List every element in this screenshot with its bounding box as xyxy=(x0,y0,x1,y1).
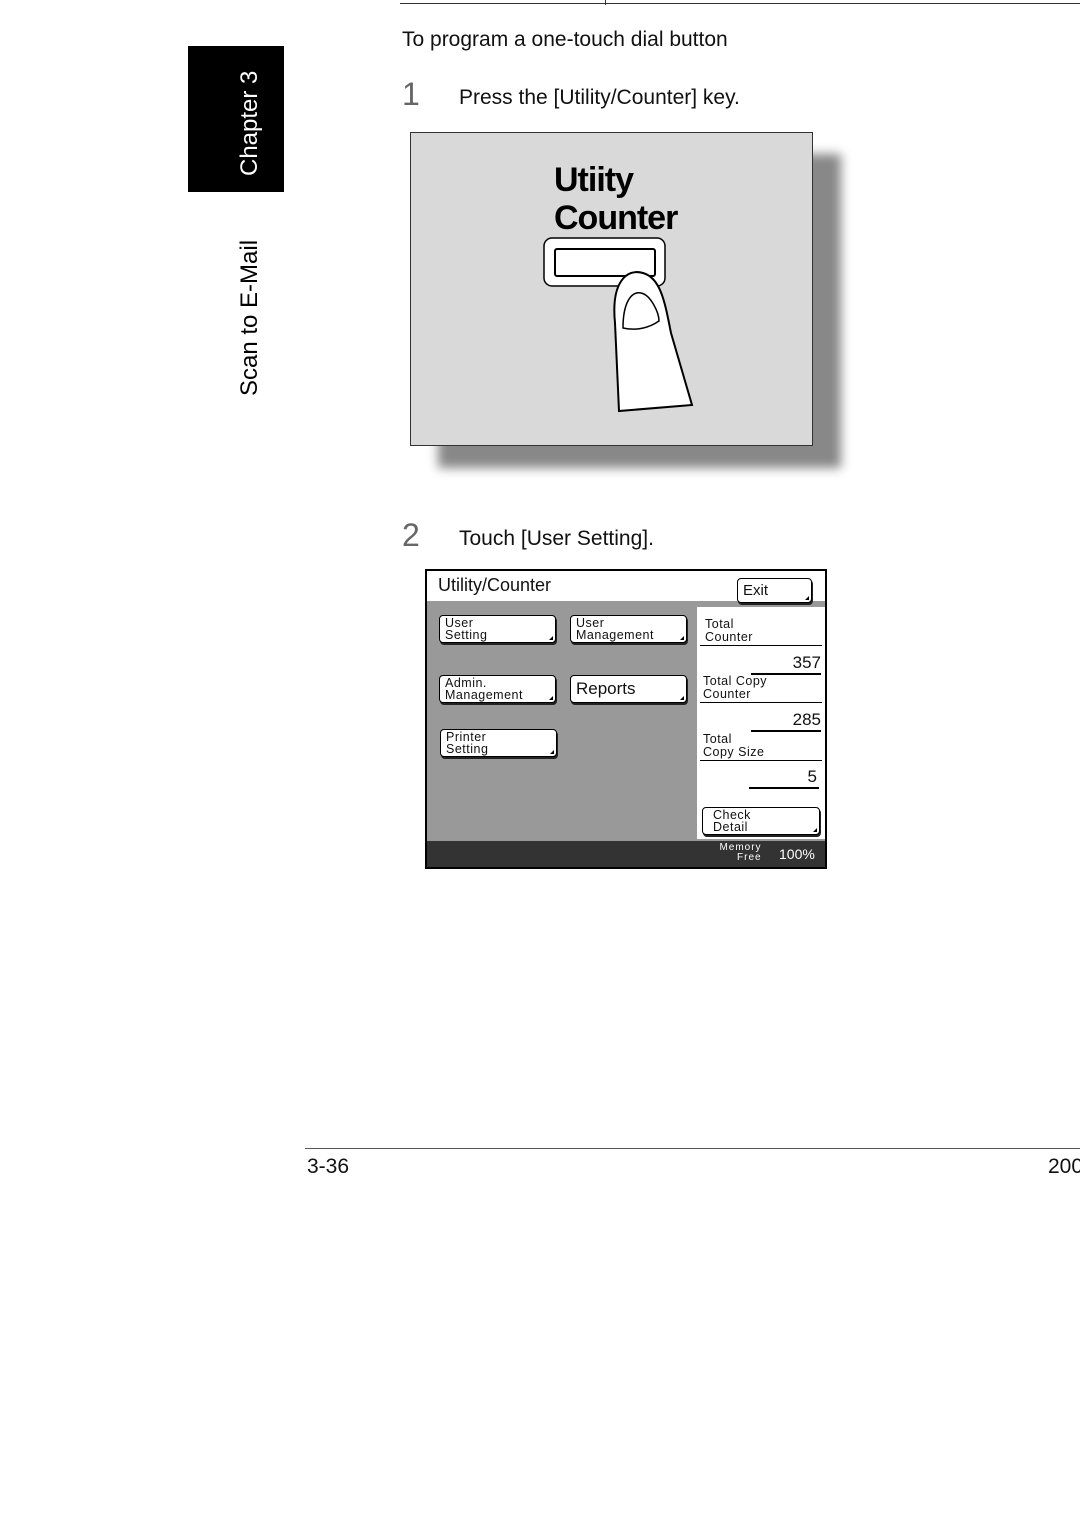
page-number: 3-36 xyxy=(307,1155,350,1178)
header-tick xyxy=(605,0,606,5)
counter-label: Total Counter xyxy=(705,617,753,644)
button-label: Setting xyxy=(445,628,488,642)
button-label: Management xyxy=(576,628,654,642)
button-label: Detail xyxy=(713,820,748,834)
admin-management-button[interactable]: Admin. Management xyxy=(439,675,556,703)
exit-button[interactable]: Exit xyxy=(737,578,812,603)
counter-label: Total Copy Counter xyxy=(703,674,768,701)
divider xyxy=(700,645,822,646)
reports-button[interactable]: Reports xyxy=(570,675,687,703)
button-label: Management xyxy=(445,688,523,702)
counter-panel: Total Counter 357 Total Copy Counter 285 T… xyxy=(697,607,825,839)
button-label: Setting xyxy=(446,742,489,756)
procedure-heading: To program a one-touch dial button xyxy=(402,28,728,51)
divider xyxy=(751,730,821,732)
step-text: Touch [User Setting]. xyxy=(459,527,654,550)
divider xyxy=(749,787,819,789)
chapter-label: Chapter 3 xyxy=(236,70,263,176)
step-number: 2 xyxy=(402,517,420,553)
screen-title: Utility/Counter xyxy=(438,575,552,595)
step-text: Press the [Utility/Counter] key. xyxy=(459,86,740,109)
counter-value: 5 xyxy=(807,767,817,786)
divider xyxy=(700,702,822,703)
counter-value: 285 xyxy=(792,710,821,729)
utility-counter-key-illustration: Utiity Counter xyxy=(410,132,813,446)
step-number: 1 xyxy=(402,76,420,112)
user-setting-button[interactable]: User Setting xyxy=(439,615,556,643)
counter-label: Total Copy Size xyxy=(703,732,765,759)
status-bar: Memory Free 100% xyxy=(427,841,825,867)
footer-rule xyxy=(305,1148,1080,1149)
memory-free-value: 100% xyxy=(779,846,815,862)
manual-page: Chapter 3 Scan to E-Mail To program a on… xyxy=(0,0,1080,1529)
section-label: Scan to E-Mail xyxy=(236,239,263,396)
finger-pressing-key-icon xyxy=(543,237,694,413)
user-management-button[interactable]: User Management xyxy=(570,615,687,643)
check-detail-button[interactable]: Check Detail xyxy=(702,807,820,835)
memory-free-label: Memory Free xyxy=(719,842,762,863)
divider xyxy=(700,760,822,761)
counter-value: 357 xyxy=(792,653,821,672)
footer-model: 200 xyxy=(1048,1155,1080,1178)
printer-setting-button[interactable]: Printer Setting xyxy=(440,729,557,757)
utility-counter-screen: Utility/Counter Exit User Setting User Man… xyxy=(425,569,827,869)
header-rule xyxy=(400,3,1080,4)
